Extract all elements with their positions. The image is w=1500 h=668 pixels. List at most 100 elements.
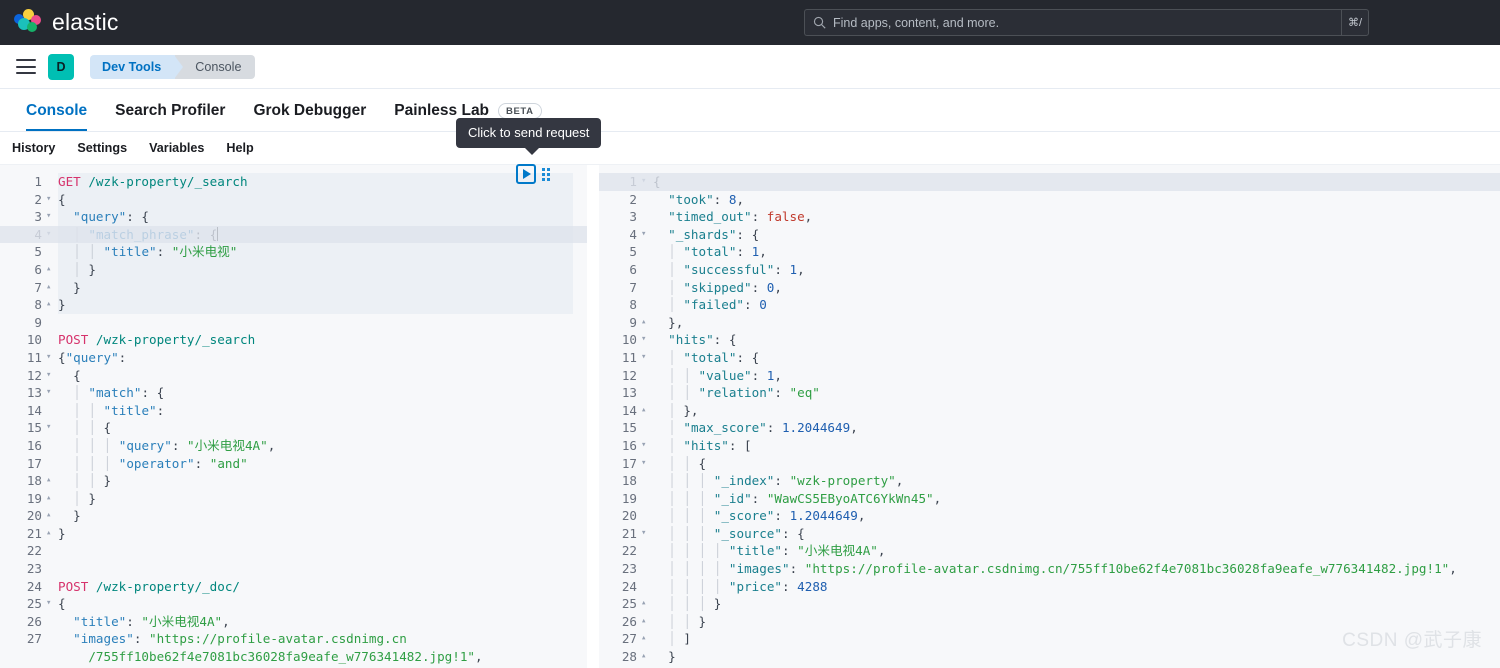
global-search[interactable]: Find apps, content, and more. ⌘/ <box>804 9 1369 36</box>
code-line[interactable]: 12▾ { <box>0 367 587 385</box>
code-line: 14▴ │ }, <box>599 402 1500 420</box>
code-line[interactable]: 27 "images": "https://profile-avatar.csd… <box>0 630 587 665</box>
fold-toggle-icon[interactable]: ▴ <box>641 595 653 613</box>
line-number: 2 <box>0 191 46 209</box>
breadcrumb-item-console[interactable]: Console <box>175 55 255 79</box>
fold-toggle-icon[interactable]: ▴ <box>46 261 58 279</box>
code-line[interactable]: 17 │ │ │ "operator": "and" <box>0 455 587 473</box>
line-number: 21 <box>599 525 641 543</box>
code-line[interactable]: 24POST /wzk-property/_doc/ <box>0 578 587 596</box>
pane-resize-handle[interactable] <box>587 165 599 668</box>
code-line[interactable]: 25▾{ <box>0 595 587 613</box>
fold-toggle-icon[interactable]: ▴ <box>641 613 653 631</box>
code-line[interactable]: 18▴ │ │ } <box>0 472 587 490</box>
code-line[interactable]: 6▴ │ } <box>0 261 587 279</box>
request-editor-code[interactable]: 1GET /wzk-property/_search2▾{3▾ "query":… <box>0 165 587 668</box>
code-line[interactable]: 13▾ │ "match": { <box>0 384 587 402</box>
fold-toggle-icon[interactable]: ▴ <box>46 279 58 297</box>
code-line: 20 │ │ │ "_score": 1.2044649, <box>599 507 1500 525</box>
code-line[interactable]: 15▾ │ │ { <box>0 419 587 437</box>
request-editor-pane[interactable]: 1GET /wzk-property/_search2▾{3▾ "query":… <box>0 165 587 668</box>
space-avatar[interactable]: D <box>48 54 74 80</box>
fold-toggle-icon[interactable]: ▾ <box>46 367 58 385</box>
code-line[interactable]: 20▴ } <box>0 507 587 525</box>
code-text: "timed_out": false, <box>653 208 1500 226</box>
brand-name: elastic <box>52 9 119 36</box>
fold-toggle-icon[interactable]: ▾ <box>641 437 653 455</box>
tab-grok-debugger-label: Grok Debugger <box>253 102 366 120</box>
line-number: 14 <box>0 402 46 420</box>
fold-toggle-icon[interactable]: ▾ <box>46 349 58 367</box>
response-pane[interactable]: 1▾{2 "took": 8,3 "timed_out": false,4▾ "… <box>599 165 1500 668</box>
code-line[interactable]: 10POST /wzk-property/_search <box>0 331 587 349</box>
code-line[interactable]: 1GET /wzk-property/_search <box>0 173 587 191</box>
fold-toggle-icon[interactable]: ▾ <box>46 226 58 244</box>
code-line[interactable]: 5 │ │ "title": "小米电视" <box>0 243 587 261</box>
line-number: 8 <box>0 296 46 314</box>
code-text: │ │ │ │ "title": "小米电视4A", <box>653 542 1500 560</box>
submenu-item-history[interactable]: History <box>12 141 55 155</box>
tab-console[interactable]: Console <box>12 102 101 131</box>
fold-toggle-icon[interactable]: ▴ <box>46 296 58 314</box>
fold-toggle-icon[interactable]: ▾ <box>46 191 58 209</box>
code-line: 22 │ │ │ │ "title": "小米电视4A", <box>599 542 1500 560</box>
code-line: 23 │ │ │ │ "images": "https://profile-av… <box>599 560 1500 578</box>
fold-toggle-icon[interactable]: ▴ <box>641 314 653 332</box>
fold-toggle-icon[interactable]: ▾ <box>46 419 58 437</box>
line-number: 19 <box>0 490 46 508</box>
fold-toggle-icon[interactable]: ▾ <box>641 331 653 349</box>
code-line[interactable]: 8▴} <box>0 296 587 314</box>
code-text: "hits": { <box>653 331 1500 349</box>
fold-toggle-icon[interactable]: ▾ <box>46 208 58 226</box>
fold-toggle-icon[interactable]: ▾ <box>641 173 653 191</box>
code-line[interactable]: 19▴ │ } <box>0 490 587 508</box>
breadcrumb-item-dev-tools[interactable]: Dev Tools <box>90 55 175 79</box>
tab-search-profiler[interactable]: Search Profiler <box>101 102 239 131</box>
play-send-request-icon[interactable] <box>516 164 536 184</box>
tab-grok-debugger[interactable]: Grok Debugger <box>239 102 380 131</box>
hamburger-menu-icon[interactable] <box>16 59 36 74</box>
code-line[interactable]: 21▴} <box>0 525 587 543</box>
line-number: 19 <box>599 490 641 508</box>
code-line[interactable]: 11▾{"query": <box>0 349 587 367</box>
code-line[interactable]: 4▾ │ "match_phrase": { <box>0 226 587 244</box>
code-line[interactable]: 23 <box>0 560 587 578</box>
fold-toggle-icon[interactable]: ▴ <box>641 630 653 648</box>
send-request-tooltip: Click to send request <box>456 118 601 148</box>
code-line[interactable]: 22 <box>0 542 587 560</box>
code-line[interactable]: 16 │ │ │ "query": "小米电视4A", <box>0 437 587 455</box>
fold-toggle-icon[interactable]: ▾ <box>46 595 58 613</box>
code-text: │ │ │ } <box>653 595 1500 613</box>
code-line[interactable]: 26 "title": "小米电视4A", <box>0 613 587 631</box>
code-line[interactable]: 7▴ } <box>0 279 587 297</box>
fold-toggle-icon[interactable]: ▴ <box>46 525 58 543</box>
fold-toggle-icon[interactable]: ▾ <box>641 349 653 367</box>
line-number: 6 <box>599 261 641 279</box>
submenu-item-help[interactable]: Help <box>226 141 253 155</box>
code-line: 9▴ }, <box>599 314 1500 332</box>
fold-toggle-icon[interactable]: ▴ <box>641 648 653 666</box>
brand-logo-group[interactable]: elastic <box>14 9 119 37</box>
line-number: 22 <box>599 542 641 560</box>
fold-toggle-icon[interactable]: ▴ <box>46 472 58 490</box>
code-line[interactable]: 14 │ │ "title": <box>0 402 587 420</box>
code-line[interactable]: 9 <box>0 314 587 332</box>
submenu-item-variables[interactable]: Variables <box>149 141 204 155</box>
fold-toggle-icon[interactable]: ▴ <box>46 490 58 508</box>
console-split-view: 1GET /wzk-property/_search2▾{3▾ "query":… <box>0 165 1500 668</box>
code-line[interactable]: 2▾{ <box>0 191 587 209</box>
submenu-item-settings[interactable]: Settings <box>77 141 127 155</box>
line-number: 3 <box>599 208 641 226</box>
line-number: 23 <box>599 560 641 578</box>
search-input[interactable]: Find apps, content, and more. <box>804 9 1341 36</box>
code-text: │ │ │ "_source": { <box>653 525 1500 543</box>
code-line[interactable]: 3▾ "query": { <box>0 208 587 226</box>
fold-toggle-icon[interactable]: ▴ <box>46 507 58 525</box>
fold-toggle-icon[interactable]: ▾ <box>641 226 653 244</box>
code-text: │ "match_phrase": { <box>58 226 587 244</box>
fold-toggle-icon[interactable]: ▴ <box>641 402 653 420</box>
request-options-icon[interactable] <box>542 165 552 183</box>
fold-toggle-icon[interactable]: ▾ <box>46 384 58 402</box>
fold-toggle-icon[interactable]: ▾ <box>641 455 653 473</box>
fold-toggle-icon[interactable]: ▾ <box>641 525 653 543</box>
